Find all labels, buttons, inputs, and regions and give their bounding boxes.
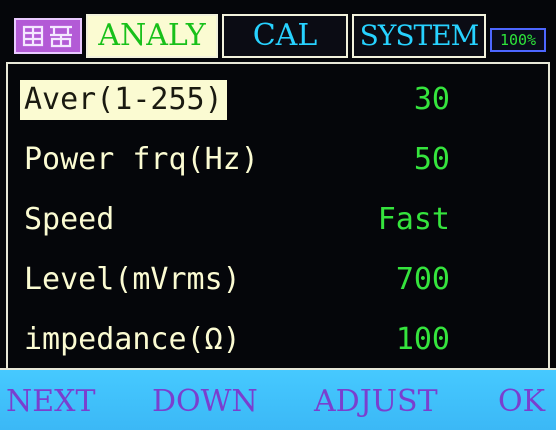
battery-indicator: 100% <box>490 28 546 52</box>
setting-row-impedance[interactable]: impedance(Ω) 100 <box>8 308 548 368</box>
tab-system[interactable]: SYSTEM <box>352 14 486 58</box>
setting-value-aver: 30 <box>413 82 450 117</box>
setting-row-aver[interactable]: Aver(1-255) 30 <box>8 68 548 128</box>
settings-panel: Aver(1-255) 30 Power frq(Hz) 50 Speed Fa… <box>6 62 550 368</box>
setting-label-impedance: impedance(Ω) <box>24 322 241 357</box>
ok-button[interactable]: OK <box>498 380 545 424</box>
setting-row-power-frq[interactable]: Power frq(Hz) 50 <box>8 128 548 188</box>
setting-label-power-frq: Power frq(Hz) <box>24 142 259 177</box>
setting-value-speed: Fast <box>377 202 450 237</box>
setting-label-speed: Speed <box>24 202 115 237</box>
top-bar: ANALY CAL SYSTEM 100% <box>0 0 556 60</box>
setting-row-level[interactable]: Level(mVrms) 700 <box>8 248 548 308</box>
setting-label-aver: Aver(1-255) <box>20 80 227 120</box>
setting-value-level: 700 <box>395 262 450 297</box>
adjust-button[interactable]: ADJUST <box>314 380 438 424</box>
device-screen: ANALY CAL SYSTEM 100% Aver(1-255) 30 Pow… <box>0 0 556 430</box>
setting-row-speed[interactable]: Speed Fast <box>8 188 548 248</box>
down-button[interactable]: DOWN <box>152 380 258 424</box>
setting-value-impedance: 100 <box>395 322 450 357</box>
setting-value-power-frq: 50 <box>413 142 450 177</box>
setting-label-level: Level(mVrms) <box>24 262 241 297</box>
brand-logo-icon <box>14 18 82 54</box>
softkey-bar: NEXT DOWN ADJUST OK <box>0 368 556 430</box>
tab-analy[interactable]: ANALY <box>86 14 218 58</box>
next-button[interactable]: NEXT <box>6 380 96 424</box>
tab-cal[interactable]: CAL <box>222 14 348 58</box>
